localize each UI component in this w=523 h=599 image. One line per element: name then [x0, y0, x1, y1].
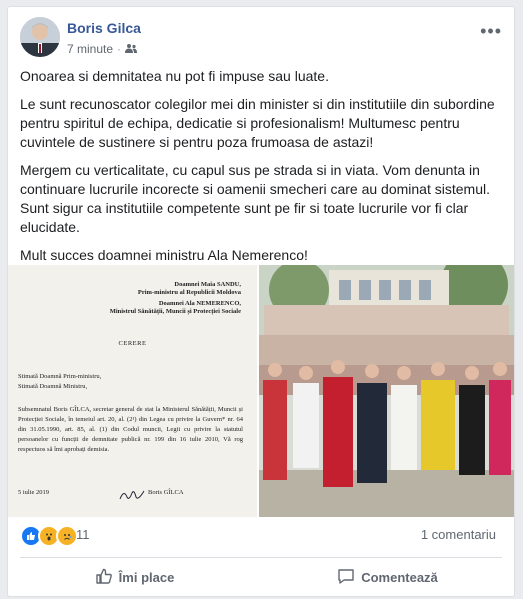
comment-button[interactable]: Comentează — [261, 559, 514, 595]
post-paragraph: Mergem cu verticalitate, cu capul sus pe… — [20, 162, 490, 235]
group-photo[interactable] — [259, 265, 514, 517]
friends-icon[interactable] — [125, 42, 138, 56]
like-label: Îmi place — [118, 569, 175, 585]
action-bar: Îmi place Comentează — [8, 559, 514, 595]
avatar[interactable] — [20, 17, 60, 57]
reaction-count[interactable]: 11 — [76, 527, 90, 542]
post-paragraph: Onoarea si demnitatea nu pot fi impuse s… — [20, 68, 329, 84]
salutation-1: Stimată Doamnă Prim-ministru, — [18, 373, 102, 380]
like-button[interactable]: Îmi place — [8, 559, 261, 595]
post-card: Boris Gilca 7 minute · ••• Onoarea si de… — [7, 6, 515, 597]
post-paragraph: Mult succes doamnei ministru Ala Nemeren… — [20, 247, 308, 263]
addressee-2: Doamnei Ala NEMERENCO, Ministrul Sănătăț… — [109, 300, 241, 315]
thumbs-up-icon — [95, 567, 113, 588]
salutation-2: Stimată Doamnă Ministru, — [18, 383, 88, 390]
more-options-icon[interactable]: ••• — [480, 21, 502, 42]
comments-count[interactable]: 1 comentariu — [421, 527, 496, 542]
reactions-bar: 11 1 comentariu — [20, 525, 502, 547]
addressee-1: Doamnei Maia SANDU, Prim-ministru al Rep… — [137, 281, 241, 296]
post-header: Boris Gilca 7 minute · ••• — [20, 17, 502, 61]
author-name[interactable]: Boris Gilca — [67, 20, 141, 36]
sad-icon — [56, 525, 78, 547]
resignation-letter-photo[interactable]: Doamnei Maia SANDU, Prim-ministru al Rep… — [8, 265, 257, 517]
comment-icon — [337, 567, 355, 588]
signature-icon — [118, 487, 148, 505]
post-time[interactable]: 7 minute — [67, 42, 113, 56]
post-text: Onoarea si demnitatea nu pot fi impuse s… — [20, 67, 500, 274]
post-paragraph: Le sunt recunoscator colegilor mei din m… — [20, 96, 495, 150]
comment-label: Comentează — [361, 569, 438, 585]
reaction-icons[interactable] — [20, 525, 78, 547]
divider — [20, 557, 502, 558]
document-title: CERERE — [118, 340, 147, 347]
signature-name: Boris GÎLCA — [148, 489, 184, 496]
post-meta: 7 minute · — [67, 42, 138, 56]
document-body: Subsemnatul Boris GÎLCA, secretar genera… — [18, 406, 243, 453]
document-date: 5 iulie 2019 — [18, 489, 50, 496]
post-photos: Doamnei Maia SANDU, Prim-ministru al Rep… — [8, 265, 514, 517]
